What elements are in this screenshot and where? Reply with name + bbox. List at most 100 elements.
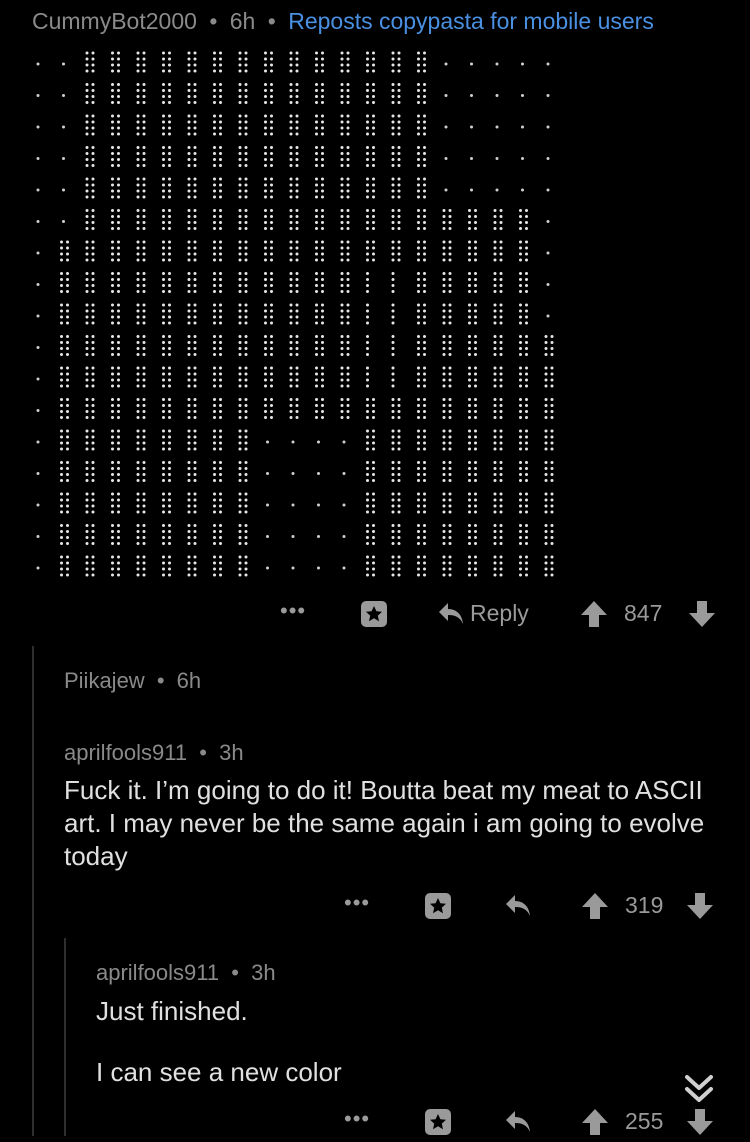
save-star-icon[interactable] [422,890,454,922]
ascii-dot [417,416,420,419]
ascii-dot [468,384,471,388]
ascii-dot [238,498,242,502]
comment-author[interactable]: Piikajew [64,668,145,693]
upvote-arrow-icon[interactable] [580,599,608,629]
ascii-dot [372,404,375,407]
downvote-arrow-icon[interactable] [686,891,714,921]
comment-age: 6h [229,8,256,34]
ascii-dot [142,126,146,130]
ascii-dot [91,278,95,281]
ascii-dot [168,158,171,161]
ascii-dot [468,284,471,287]
comment-author[interactable]: aprilfools911 [96,960,219,985]
ascii-dot [295,164,299,167]
ascii-dot [111,51,114,55]
ascii-dot [168,284,171,287]
ascii-dot [493,435,497,439]
ascii-dot [397,51,401,55]
ascii-dot [295,195,299,199]
ascii-dot [142,183,146,187]
more-options-button[interactable]: ••• [344,1106,370,1132]
ascii-dot [142,309,146,313]
ascii-dot [238,158,242,161]
ascii-dot [499,215,503,218]
upvote-arrow-icon[interactable] [581,1107,609,1137]
comment-author[interactable]: CummyBot2000 [32,8,197,34]
ascii-dot [219,183,222,187]
collapsed-comment-header[interactable]: Piikajew • 6h [64,668,201,694]
ascii-dot [519,372,522,376]
ascii-dot [187,555,191,559]
ascii-dot [213,530,216,533]
ascii-dot [187,542,191,545]
ascii-dot [117,209,120,212]
ascii-dot [60,366,63,370]
ascii-dot [111,315,114,319]
ascii-dot [270,95,273,98]
ascii-dot [117,321,120,325]
ascii-dot [372,524,375,527]
ascii-dot [346,69,350,73]
ascii-dot [291,566,295,570]
ascii-dot [366,227,369,230]
reply-arrow-icon[interactable] [437,601,465,627]
reply-button[interactable]: Reply [470,600,529,627]
ascii-dot [550,536,554,539]
ascii-dot [423,341,426,344]
ascii-dot [168,258,171,262]
ascii-dot [397,126,401,130]
ascii-dot [468,398,471,401]
ascii-dot [213,398,216,401]
ascii-dot [213,227,216,230]
ascii-dot [397,429,401,433]
ascii-dot [136,158,140,161]
ascii-dot [546,62,550,66]
ascii-dot [142,441,146,445]
ascii-dot [448,227,452,230]
upvote-arrow-icon[interactable] [581,891,609,921]
ascii-dot [366,473,369,476]
ascii-dot [213,524,216,527]
save-star-icon[interactable] [358,598,390,630]
ascii-dot [270,315,273,319]
ascii-dot [448,555,452,559]
ascii-dot [474,530,477,533]
reply-arrow-icon[interactable] [504,1109,532,1135]
double-chevron-down-icon[interactable] [682,1072,716,1106]
ascii-dot [493,479,497,482]
ascii-dot [187,57,191,61]
ascii-dot [342,472,346,475]
save-star-icon[interactable] [422,1106,454,1138]
more-options-button[interactable]: ••• [280,598,306,624]
ascii-dot [60,284,63,287]
ascii-dot [85,290,89,293]
ascii-dot [142,467,146,470]
ascii-dot [264,309,267,313]
ascii-dot [142,272,146,275]
downvote-arrow-icon[interactable] [688,599,716,629]
comment-author[interactable]: aprilfools911 [64,740,187,765]
downvote-arrow-icon[interactable] [686,1107,714,1137]
ascii-dot [187,510,191,514]
ascii-dot [213,158,216,161]
reply-arrow-icon[interactable] [504,893,532,919]
ascii-dot [60,384,63,388]
ascii-dot [546,314,550,318]
ascii-dot [525,404,528,407]
ascii-dot [142,83,146,86]
ascii-dot [270,290,273,293]
ascii-dot [213,384,216,388]
ascii-dot [142,473,146,476]
ascii-dot [391,573,395,577]
ascii-dot [168,152,171,155]
ascii-dot [346,378,350,382]
ascii-dot [136,479,140,482]
ascii-dot [391,183,395,187]
ascii-dot [213,101,216,104]
ascii-dot [519,479,522,482]
ascii-dot [162,195,165,199]
more-options-button[interactable]: ••• [344,890,370,916]
ascii-dot [264,69,267,73]
ascii-dot [448,284,452,287]
ascii-dot [499,398,503,401]
